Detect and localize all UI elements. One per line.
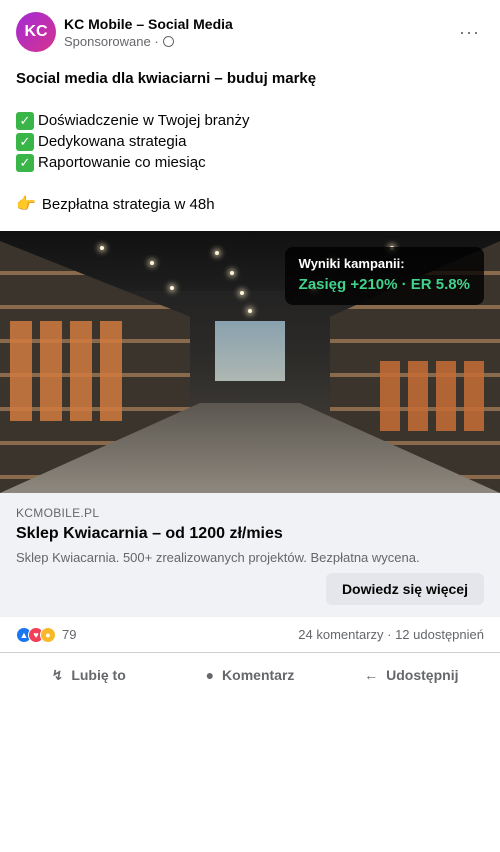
sponsored-line: Sponsorowane · — [64, 33, 455, 50]
comment-label: Komentarz — [222, 667, 295, 683]
ad-post: KC KC Mobile – Social Media Sponsorowane… — [0, 0, 500, 852]
share-label: Udostępnij — [386, 667, 459, 683]
comment-icon: ● — [205, 667, 215, 683]
link-preview[interactable]: KCMOBILE.PL Sklep Kwiacarnia – od 1200 z… — [0, 493, 500, 617]
link-description: Sklep Kwiacarnia. 500+ zrealizowanych pr… — [16, 550, 420, 565]
bullet-text: Dedykowana strategia — [38, 133, 187, 150]
sponsored-label[interactable]: Sponsorowane · — [64, 33, 159, 50]
bullet-text: Raportowanie co miesiąc — [38, 154, 206, 171]
link-domain: KCMOBILE.PL — [16, 506, 100, 520]
learn-more-button[interactable]: Dowiedz się więcej — [325, 573, 484, 605]
bullet-item: ✓ Doświadczenie w Twojej branży — [16, 110, 484, 131]
image-boxes-left — [10, 321, 130, 421]
reaction-summary[interactable]: ▲ ♥ ● 79 — [16, 626, 77, 643]
image-window — [215, 321, 285, 381]
page-name[interactable]: KC Mobile – Social Media — [64, 15, 455, 33]
cta-text: Bezpłatna strategia w 48h — [41, 196, 215, 213]
post-headline: Social media dla kwiaciarni – buduj mark… — [16, 70, 317, 87]
like-label: Lubię to — [71, 667, 126, 683]
comment-button[interactable]: ● Komentarz — [169, 657, 330, 693]
comments-shares-count[interactable]: 24 komentarzy · 12 udostępnień — [298, 627, 484, 642]
avatar[interactable]: KC — [16, 12, 56, 52]
reactions-bar: ▲ ♥ ● 79 24 komentarzy · 12 udostępnień — [0, 617, 500, 653]
cta-line: 👉 Bezpłatna strategia w 48h — [16, 194, 484, 215]
badge-title: Wyniki kampanii: — [298, 256, 405, 271]
badge-stat: Zasięg +210% · ER 5.8% — [298, 276, 470, 293]
like-icon: ↯ — [51, 666, 64, 683]
bullet-text: Doświadczenie w Twojej branży — [38, 112, 250, 129]
campaign-results-badge: Wyniki kampanii: Zasięg +210% · ER 5.8% — [284, 247, 484, 305]
share-icon: ← — [364, 667, 379, 683]
ad-image[interactable]: Wyniki kampanii: Zasięg +210% · ER 5.8% — [0, 231, 500, 493]
bullet-item: ✓ Dedykowana strategia — [16, 131, 484, 152]
link-title[interactable]: Sklep Kwiacarnia – od 1200 zł/mies — [16, 523, 484, 545]
bullet-item: ✓ Raportowanie co miesiąc — [16, 152, 484, 173]
post-text: Social media dla kwiaciarni – buduj mark… — [0, 52, 500, 215]
reaction-count: 79 — [62, 627, 77, 642]
post-meta: KC Mobile – Social Media Sponsorowane · — [64, 15, 455, 50]
checkmark-icon: ✓ — [16, 153, 34, 172]
wow-reaction-icon: ● — [40, 626, 56, 643]
globe-icon — [162, 35, 174, 47]
share-button[interactable]: ← Udostępnij — [331, 657, 492, 693]
image-boxes-right — [380, 361, 490, 431]
checkmark-icon: ✓ — [16, 111, 34, 130]
post-header: KC KC Mobile – Social Media Sponsorowane… — [0, 0, 500, 52]
action-bar: ↯ Lubię to ● Komentarz ← Udostępnij — [0, 653, 500, 697]
like-button[interactable]: ↯ Lubię to — [8, 657, 169, 693]
checkmark-icon: ✓ — [16, 132, 34, 151]
pointing-hand-icon: 👉 — [16, 196, 36, 213]
more-options-icon[interactable]: ··· — [455, 18, 484, 47]
